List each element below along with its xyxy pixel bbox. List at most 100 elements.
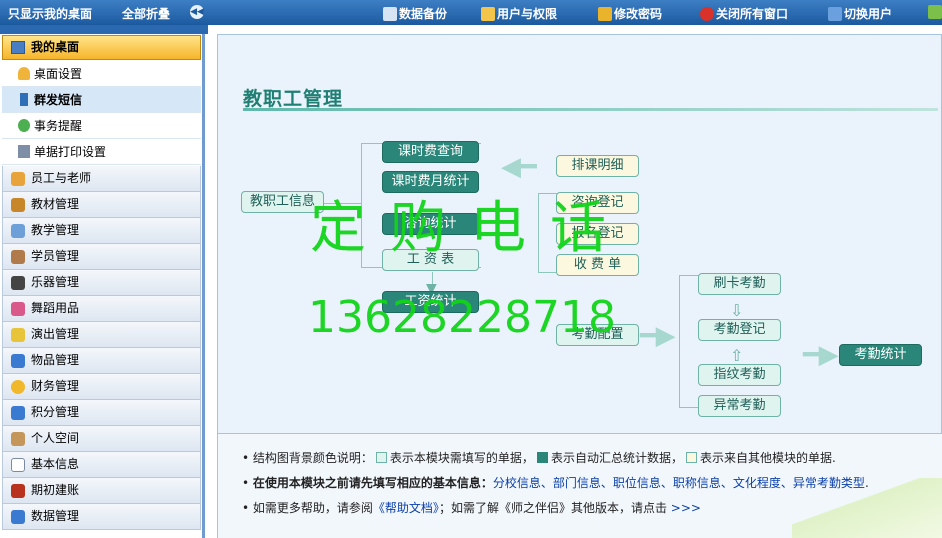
sidebar-item-label: 群发短信 [34,93,83,107]
top-toolbar: 只显示我的桌面 全部折叠 ◀◀ 数据备份 用户与权限 修改密码 关闭所有窗口 切… [0,0,942,25]
users-button[interactable]: 用户与权限 [481,5,557,22]
legend-label: 在使用本模块之前请先填写相应的基本信息： [252,476,493,490]
phone-icon [20,93,28,106]
sidebar-cat-label: 积分管理 [31,405,80,419]
node-finger-attend[interactable]: 指纹考勤 [698,364,781,386]
sidebar-cat-label: 物品管理 [31,353,80,367]
switch-user-button[interactable]: 切换用户 [828,5,892,22]
sidebar-cat-label: 教学管理 [31,223,80,237]
sidebar-cat-label: 教材管理 [31,197,80,211]
page-title: 教职工管理 [243,88,344,110]
show-desktop-button[interactable]: 只显示我的桌面 [8,5,92,22]
legend-text: 表示自动汇总统计数据， [550,451,683,465]
sidebar-cat-label: 员工与老师 [31,171,92,185]
backup-button[interactable]: 数据备份 [383,5,447,22]
node-attend-reg[interactable]: 考勤登记 [698,319,781,341]
sidebar-item-mass-sms[interactable]: 群发短信 [2,87,201,113]
legend-text: ；如需了解《师之伴侣》其他版本，请点击 [438,501,667,515]
help-doc-link[interactable]: 《帮助文档》 [373,501,439,515]
password-button[interactable]: 修改密码 [598,5,662,22]
sidebar-cat-data[interactable]: 数据管理 [2,504,201,530]
legend-panel: • 结构图背景颜色说明： 表示本模块需填写的单据， 表示自动汇总统计数据， 表示来自其… [218,433,942,538]
password-label: 修改密码 [614,7,663,21]
switch-user-icon [828,7,842,21]
collapse-sidebar-icon[interactable]: ◀◀ [190,5,204,19]
users-icon [481,7,495,21]
legend-text: 表示本模块需填写的单据， [389,451,534,465]
boxes-icon [11,354,25,368]
close-all-label: 关闭所有窗口 [716,7,789,21]
points-icon [11,406,25,420]
basic-info-links[interactable]: 分校信息、部门信息、职位信息、职称信息、文化程度、异常考勤类型 [493,476,865,490]
title-divider [243,108,938,111]
sidebar-cat-finance[interactable]: 财务管理 [2,374,201,400]
sidebar-cat-label: 财务管理 [31,379,80,393]
dress-icon [11,302,25,316]
sidebar-item-reminders[interactable]: 事务提醒 [2,113,201,139]
sidebar-item-label: 事务提醒 [34,119,83,133]
node-attend-stats[interactable]: 考勤统计 [839,344,922,366]
node-fee-query[interactable]: 课时费查询 [382,141,479,163]
sidebar-cat-staff[interactable]: 员工与老师 [2,166,201,192]
calendar-icon [11,224,25,238]
close-icon [700,7,714,21]
ledger-icon [11,484,25,498]
person-icon [11,432,25,446]
legend-text: 如需更多帮助，请参阅 [252,501,373,515]
arrow-left-icon: ◀━ [501,152,537,182]
connector-bracket [679,275,701,408]
sidebar-cat-students[interactable]: 学员管理 [2,244,201,270]
money-icon [11,380,25,394]
sidebar-item-desktop-settings[interactable]: 桌面设置 [2,61,201,87]
cream-swatch [685,452,697,463]
sidebar-cat-label: 基本信息 [31,457,80,471]
database-icon [383,7,397,21]
light-swatch [375,452,387,463]
sidebar-item-label: 单据打印设置 [34,145,107,159]
node-card-attend[interactable]: 刷卡考勤 [698,273,781,295]
node-abnormal-attend[interactable]: 异常考勤 [698,395,781,417]
sidebar-cat-dance[interactable]: 舞蹈用品 [2,296,201,322]
sidebar-cat-instruments[interactable]: 乐器管理 [2,270,201,296]
legend-row-prereq: • 在使用本模块之前请先填写相应的基本信息：分校信息、部门信息、职位信息、职称信… [242,476,869,490]
sidebar-cat-personal[interactable]: 个人空间 [2,426,201,452]
legend-text: . [864,476,869,490]
legend-row-colors: • 结构图背景颜色说明： 表示本模块需填写的单据， 表示自动汇总统计数据， 表示来自其… [242,451,836,465]
watermark-order-phone: 定购电话 [310,196,630,261]
user-settings-icon [18,67,30,80]
sidebar-cat-label: 学员管理 [31,249,80,263]
sidebar-cat-label: 个人空间 [31,431,80,445]
extra-icon[interactable] [928,5,942,19]
guitar-icon [11,276,25,290]
switch-user-label: 切换用户 [844,7,893,21]
watermark-phone-number: 13628228718 [308,292,616,343]
node-schedule[interactable]: 排课明细 [556,155,639,177]
sidebar-cat-points[interactable]: 积分管理 [2,400,201,426]
more-link[interactable]: >>> [671,501,701,515]
sidebar-top-frame [0,25,210,34]
collapse-all-button[interactable]: 全部折叠 [122,5,170,22]
mask-icon [11,328,25,342]
sidebar-cat-textbooks[interactable]: 教材管理 [2,192,201,218]
sidebar-cat-opening[interactable]: 期初建账 [2,478,201,504]
sidebar-cat-label: 乐器管理 [31,275,80,289]
sidebar-cat-teaching[interactable]: 教学管理 [2,218,201,244]
dark-swatch [536,452,548,463]
legend-label: 结构图背景颜色说明： [252,451,373,465]
sidebar-header-my-desktop[interactable]: 我的桌面 [2,35,201,60]
sidebar-cat-label: 数据管理 [31,509,80,523]
legend-row-help: • 如需更多帮助，请参阅《帮助文档》；如需了解《师之伴侣》其他版本，请点击 >>… [242,501,701,515]
backup-label: 数据备份 [399,7,448,21]
arrow-right-icon: ━▶ [640,321,676,351]
sidebar-cat-basic-info[interactable]: 基本信息 [2,452,201,478]
close-all-button[interactable]: 关闭所有窗口 [700,5,788,22]
sidebar-header-label: 我的桌面 [31,40,80,54]
document-icon [11,458,25,472]
books-icon [11,198,25,212]
users-label: 用户与权限 [497,7,558,21]
sidebar-cat-label: 期初建账 [31,483,80,497]
sidebar-cat-goods[interactable]: 物品管理 [2,348,201,374]
desktop-icon [11,41,25,54]
sidebar-item-print-settings[interactable]: 单据打印设置 [2,139,201,165]
sidebar-cat-performance[interactable]: 演出管理 [2,322,201,348]
